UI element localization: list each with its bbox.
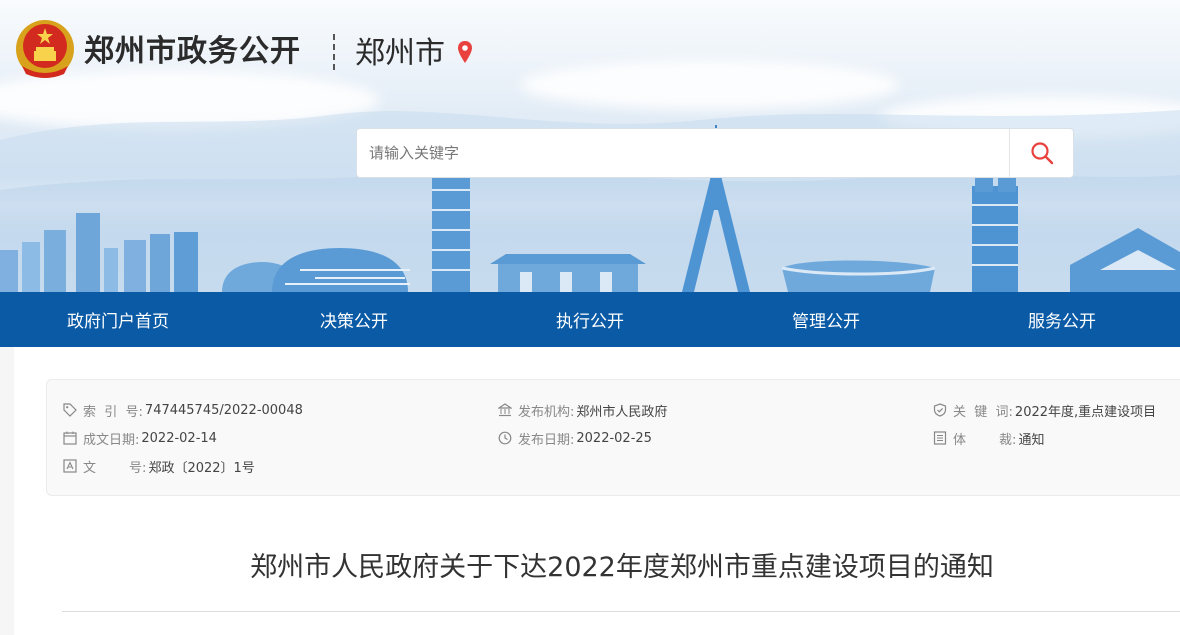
shield-icon	[933, 403, 947, 417]
list-icon	[933, 431, 947, 445]
main-nav: 政府门户首页 决策公开 执行公开 管理公开 服务公开	[0, 292, 1180, 347]
meta-issuer: 发布机构: 郑州市人民政府	[498, 400, 667, 420]
nav-item-service[interactable]: 服务公开	[944, 292, 1180, 347]
meta-genre-value: 通知	[1018, 432, 1045, 448]
nav-item-decision[interactable]: 决策公开	[236, 292, 472, 347]
meta-genre-label: 体 裁:	[953, 432, 1017, 448]
meta-index-number-label: 索 引 号:	[83, 404, 143, 420]
meta-index-number-value: 747445745/2022-00048	[144, 402, 303, 418]
search-icon	[1030, 142, 1053, 165]
meta-keywords-value: 2022年度,重点建设项目	[1014, 404, 1157, 420]
nav-item-home[interactable]: 政府门户首页	[0, 292, 236, 347]
title-divider	[333, 34, 335, 70]
meta-date-written: 成文日期: 2022-02-14	[63, 428, 217, 448]
clock-icon	[498, 431, 512, 445]
title-divider-line	[62, 611, 1180, 612]
meta-document-number-value: 郑政〔2022〕1号	[148, 460, 255, 476]
meta-keywords: 关 键 词: 2022年度,重点建设项目	[933, 400, 1156, 420]
nav-item-execution[interactable]: 执行公开	[472, 292, 708, 347]
meta-date-published-value: 2022-02-25	[576, 430, 652, 446]
location-pin-icon[interactable]	[457, 40, 473, 64]
city-name: 郑州市	[355, 36, 445, 71]
calendar-icon	[63, 431, 77, 445]
meta-issuer-label: 发布机构:	[518, 404, 575, 420]
meta-keywords-label: 关 键 词:	[953, 404, 1013, 420]
meta-date-written-label: 成文日期:	[83, 432, 140, 448]
meta-date-written-value: 2022-02-14	[141, 430, 217, 446]
meta-document-number: 文 号: 郑政〔2022〕1号	[63, 456, 255, 476]
meta-date-published: 发布日期: 2022-02-25	[498, 428, 652, 448]
document-metadata-panel: 索 引 号: 747445745/2022-00048 成文日期: 2022-0…	[46, 379, 1180, 496]
nav-item-management[interactable]: 管理公开	[708, 292, 944, 347]
meta-date-published-label: 发布日期:	[518, 432, 575, 448]
meta-index-number: 索 引 号: 747445745/2022-00048	[63, 400, 303, 420]
meta-issuer-value: 郑州市人民政府	[576, 404, 668, 420]
search-button[interactable]	[1009, 129, 1073, 177]
national-emblem-icon	[16, 20, 74, 78]
tag-icon	[63, 403, 77, 417]
site-title[interactable]: 郑州市政务公开	[84, 30, 301, 74]
search-input[interactable]	[357, 129, 1011, 177]
content-area: 索 引 号: 747445745/2022-00048 成文日期: 2022-0…	[14, 347, 1180, 635]
building-icon	[498, 403, 512, 417]
document-icon	[63, 459, 77, 473]
header-banner: 郑州市政务公开 郑州市	[0, 0, 1180, 292]
search-box	[356, 128, 1074, 178]
document-title: 郑州市人民政府关于下达2022年度郑州市重点建设项目的通知	[250, 552, 994, 583]
meta-document-number-label: 文 号:	[83, 460, 147, 476]
meta-genre: 体 裁: 通知	[933, 428, 1044, 448]
